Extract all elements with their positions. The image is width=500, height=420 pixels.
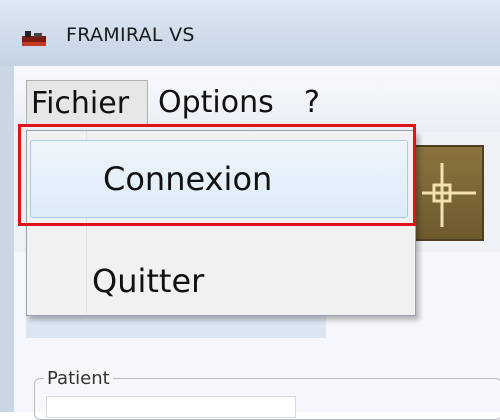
- crosshair-icon: [422, 163, 476, 227]
- title-bar: FRAMIRAL VS: [0, 0, 500, 66]
- menu-options[interactable]: Options: [154, 80, 278, 126]
- menu-fichier[interactable]: Fichier: [26, 80, 148, 126]
- app-window: FRAMIRAL VS Fichier Options ? Patient Co…: [0, 0, 500, 420]
- menu-item-quitter[interactable]: Quitter: [30, 252, 408, 310]
- patient-group-label: Patient: [44, 368, 113, 389]
- window-title: FRAMIRAL VS: [66, 24, 195, 46]
- menu-help[interactable]: ?: [300, 80, 324, 126]
- crosshair-tool-button[interactable]: [410, 145, 484, 241]
- app-logo-icon: [22, 31, 46, 46]
- annotation-highlight-box: [18, 124, 416, 226]
- patient-field[interactable]: [46, 396, 296, 418]
